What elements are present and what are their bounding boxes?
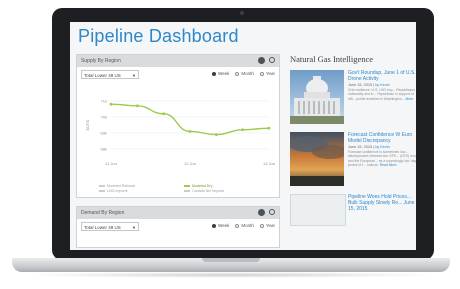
news-headline-link[interactable]: Forecast Confidence W Euro Model Discrep… bbox=[348, 132, 416, 144]
data-point bbox=[188, 130, 192, 133]
radio-week[interactable]: Week bbox=[211, 223, 230, 228]
more-link[interactable]: More bbox=[406, 97, 414, 101]
line-chart: 71k 70k 69k 68k BCF/D 11 Jun 12 Jun 13 Jun bbox=[86, 99, 275, 167]
radio-month[interactable]: Month bbox=[235, 223, 254, 228]
news-item[interactable]: Gov't Roundup, June 1 of U.S. Drone Acti… bbox=[290, 70, 416, 130]
x-tick-label: 13 Jun bbox=[263, 161, 275, 166]
y-tick-label: 70k bbox=[101, 115, 107, 120]
search-icon[interactable] bbox=[269, 209, 275, 215]
radio-label: Week bbox=[217, 223, 230, 228]
radio-dot bbox=[211, 223, 216, 228]
y-tick-label: 69k bbox=[101, 131, 107, 136]
demand-panel-title: Demand By Region bbox=[81, 210, 125, 216]
laptop-base bbox=[12, 258, 450, 272]
data-point bbox=[214, 133, 218, 136]
radio-dot bbox=[211, 71, 216, 76]
data-point bbox=[135, 104, 139, 108]
page-title: Pipeline Dashboard bbox=[78, 26, 239, 46]
radio-dot bbox=[235, 71, 240, 76]
radio-month[interactable]: Month bbox=[235, 71, 254, 76]
search-icon[interactable] bbox=[269, 57, 275, 63]
radio-week[interactable]: Week bbox=[211, 71, 230, 76]
news-headline-link[interactable]: Gov't Roundup, June 1 of U.S. Drone Acti… bbox=[348, 70, 416, 82]
legend-item[interactable]: Modeled Dry bbox=[184, 184, 269, 188]
y-axis-label: BCF/D bbox=[86, 119, 90, 130]
news-headline-link[interactable]: Pipeline Woes Hold Prices... Bulk Supply… bbox=[348, 194, 416, 212]
more-link[interactable]: Read More bbox=[380, 163, 397, 167]
base-notch bbox=[202, 258, 260, 262]
legend-item[interactable]: LNG Imports bbox=[99, 189, 184, 193]
demand-controls: Total Lower 48 US ▼ Week Month Year bbox=[77, 221, 279, 233]
data-point bbox=[162, 112, 166, 116]
news-item[interactable]: Forecast Confidence W Euro Model Discrep… bbox=[290, 132, 416, 192]
download-icon[interactable] bbox=[258, 209, 265, 216]
supply-controls: Total Lower 48 US ▼ Week Month Year bbox=[77, 69, 279, 81]
radio-label: Year bbox=[265, 71, 275, 76]
news-section-title: Natural Gas Intelligence bbox=[290, 54, 374, 64]
left-column: Supply By Region Total Lower 48 US ▼ Wee… bbox=[76, 54, 280, 248]
download-icon[interactable] bbox=[258, 57, 265, 64]
region-select[interactable]: Total Lower 48 US ▼ bbox=[81, 222, 139, 231]
region-select-value: Total Lower 48 US bbox=[84, 225, 121, 230]
region-select[interactable]: Total Lower 48 US ▼ bbox=[81, 70, 139, 79]
webcam bbox=[240, 11, 244, 15]
news-excerpt: Forecast confidence is sometimes low... … bbox=[348, 150, 416, 168]
storm-image[interactable] bbox=[290, 132, 344, 186]
data-point bbox=[241, 128, 245, 132]
chart-legend: Modeled Railroad Modeled Dry LNG Imports… bbox=[99, 184, 269, 193]
laptop-shadow bbox=[20, 272, 442, 278]
chevron-down-icon: ▼ bbox=[132, 225, 136, 230]
y-tick-label: 71k bbox=[101, 99, 107, 104]
news-date: June 15, 2015 | by Kevin bbox=[348, 83, 390, 87]
radio-dot bbox=[259, 71, 264, 76]
supply-panel-header: Supply By Region bbox=[77, 55, 279, 67]
y-tick-label: 68k bbox=[101, 147, 107, 152]
news-date: June 15, 2015 | by Kevin bbox=[348, 145, 390, 149]
legend-item[interactable]: Canada Net Imports bbox=[184, 189, 269, 193]
radio-year[interactable]: Year bbox=[259, 71, 275, 76]
laptop-lid: Pipeline Dashboard Supply By Region Tota… bbox=[52, 8, 434, 260]
supply-panel: Supply By Region Total Lower 48 US ▼ Wee… bbox=[76, 54, 280, 198]
radio-label: Week bbox=[217, 71, 230, 76]
supply-panel-title: Supply By Region bbox=[81, 58, 121, 64]
radio-dot bbox=[259, 223, 264, 228]
radio-label: Year bbox=[265, 223, 275, 228]
radio-label: Month bbox=[241, 223, 254, 228]
capitol-image[interactable] bbox=[290, 70, 344, 124]
news-item[interactable]: Pipeline Woes Hold Prices... Bulk Supply… bbox=[290, 194, 416, 250]
news-image[interactable] bbox=[290, 194, 346, 226]
supply-chart: 71k 70k 69k 68k BCF/D 11 Jun 12 Jun 13 Jun Mode… bbox=[77, 81, 279, 197]
radio-dot bbox=[235, 223, 240, 228]
radio-label: Month bbox=[241, 71, 254, 76]
chevron-down-icon: ▼ bbox=[132, 73, 136, 78]
region-select-value: Total Lower 48 US bbox=[84, 73, 121, 78]
data-point bbox=[267, 126, 271, 130]
news-column: Natural Gas Intelligence Gov't Roundup, … bbox=[290, 54, 416, 250]
demand-panel-header: Demand By Region bbox=[77, 207, 279, 219]
radio-year[interactable]: Year bbox=[259, 223, 275, 228]
news-excerpt: Grid resilience: U.S. LNG exp... Republi… bbox=[348, 88, 416, 101]
data-point bbox=[109, 102, 113, 106]
legend-item[interactable]: Modeled Railroad bbox=[99, 184, 184, 188]
x-tick-label: 12 Jun bbox=[184, 161, 196, 166]
laptop-screen: Pipeline Dashboard Supply By Region Tota… bbox=[70, 22, 416, 250]
x-tick-label: 11 Jun bbox=[105, 161, 117, 166]
demand-panel: Demand By Region Total Lower 48 US ▼ Wee… bbox=[76, 206, 280, 248]
